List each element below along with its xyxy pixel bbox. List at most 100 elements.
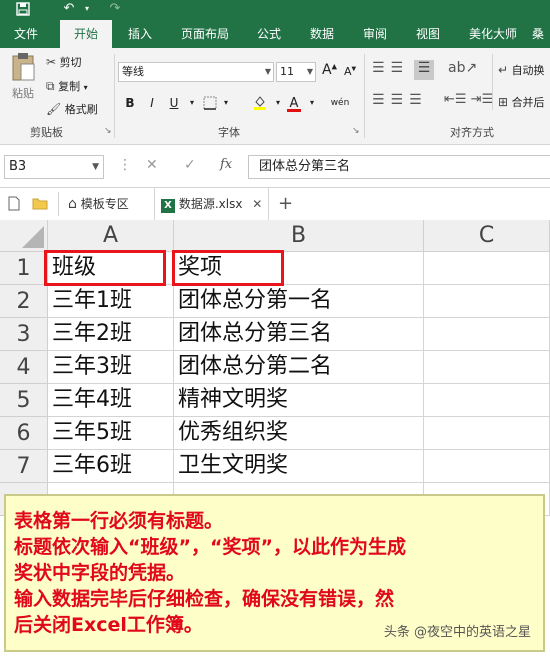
underline-button[interactable]: U <box>164 94 184 112</box>
cell-b6[interactable]: 优秀组织奖 <box>174 417 424 450</box>
cell-b5[interactable]: 精神文明奖 <box>174 384 424 417</box>
quick-access-toolbar: ↶ ▾ ↷ <box>0 0 550 20</box>
file-tab-label: 数据源.xlsx <box>178 197 243 211</box>
italic-button[interactable]: I <box>142 94 162 112</box>
shrink-font-label: A <box>344 65 352 78</box>
wrap-text-icon: ↵ <box>498 63 509 77</box>
scissors-icon: ✂ <box>46 55 57 69</box>
name-box[interactable]: B3 ▼ <box>4 155 104 179</box>
undo-dropdown-icon[interactable]: ▾ <box>82 0 92 20</box>
note-line: 输入数据完毕后仔细检查，确保没有错误，然 <box>14 588 395 610</box>
cell-c1[interactable] <box>424 252 550 285</box>
cell-c7[interactable] <box>424 450 550 483</box>
template-tab[interactable]: ⌂ 模板专区 <box>68 192 129 216</box>
row-header[interactable]: 3 <box>0 318 48 351</box>
merge-center-button[interactable]: ⊞ 合并后 <box>498 94 545 110</box>
wrap-text-button[interactable]: ↵ 自动换 <box>498 62 545 78</box>
cell-a2[interactable]: 三年1班 <box>48 285 174 318</box>
tab-page-layout[interactable]: 页面布局 <box>170 20 240 48</box>
note-line: 后关闭Excel工作簿。 <box>14 614 203 636</box>
select-all-corner[interactable] <box>0 220 48 252</box>
underline-dropdown-icon[interactable]: ▾ <box>182 94 202 112</box>
tab-formulas[interactable]: 公式 <box>244 20 294 48</box>
cell-b2[interactable]: 团体总分第一名 <box>174 285 424 318</box>
redo-icon[interactable]: ↷ <box>104 0 126 20</box>
file-tab-active[interactable]: X 数据源.xlsx ✕ <box>154 188 270 220</box>
cell-a4[interactable]: 三年3班 <box>48 351 174 384</box>
add-tab-icon[interactable]: + <box>278 192 293 216</box>
tab-more[interactable]: 桑 <box>532 20 550 48</box>
cell-c5[interactable] <box>424 384 550 417</box>
ribbon-separator <box>114 54 115 138</box>
cell-a6[interactable]: 三年5班 <box>48 417 174 450</box>
ribbon-separator <box>492 54 493 110</box>
save-icon[interactable] <box>12 0 34 20</box>
row-header[interactable]: 4 <box>0 351 48 384</box>
template-tab-label: 模板专区 <box>80 197 129 211</box>
format-painter-button[interactable]: 🖌 格式刷 <box>46 101 98 117</box>
cell-b3[interactable]: 团体总分第三名 <box>174 318 424 351</box>
confirm-icon[interactable]: ✓ <box>184 157 196 173</box>
copy-button[interactable]: ⧉ 复制 ▾ <box>46 78 88 94</box>
grow-font-button[interactable]: A▲ <box>322 62 337 78</box>
tab-beautify[interactable]: 美化大师 <box>458 20 528 48</box>
font-size-select[interactable]: 11 ▼ <box>276 62 316 82</box>
indent-icons[interactable]: ⇤☰ ⇥☰ <box>444 92 493 107</box>
tab-file[interactable]: 文件 <box>0 20 52 48</box>
font-family-select[interactable]: 等线 ▼ <box>118 62 274 82</box>
fill-color-icon[interactable] <box>250 94 270 112</box>
font-color-icon[interactable]: A <box>284 94 304 112</box>
font-launcher-icon[interactable]: ↘ <box>352 126 360 136</box>
merge-icon: ⊞ <box>498 95 509 109</box>
bottom-align-icon[interactable]: ☰ <box>414 60 434 80</box>
orientation-icon[interactable]: ab↗ <box>448 60 477 76</box>
cut-label: 剪切 <box>59 56 82 69</box>
paste-button[interactable]: 粘贴 <box>6 52 40 112</box>
tab-review[interactable]: 审阅 <box>350 20 400 48</box>
font-color-dropdown-icon[interactable]: ▾ <box>302 94 322 112</box>
alignment-group-label: 对齐方式 <box>450 126 494 139</box>
highlight-box-b1 <box>172 250 284 286</box>
row-header[interactable]: 7 <box>0 450 48 483</box>
phonetic-button[interactable]: wén <box>326 94 354 112</box>
home-icon: ⌂ <box>68 196 77 212</box>
cell-c2[interactable] <box>424 285 550 318</box>
cell-b7[interactable]: 卫生文明奖 <box>174 450 424 483</box>
undo-icon[interactable]: ↶ <box>58 0 80 20</box>
cell-a3[interactable]: 三年2班 <box>48 318 174 351</box>
formula-input[interactable]: 团体总分第三名 <box>248 155 550 179</box>
tab-home[interactable]: 开始 <box>60 20 112 48</box>
shrink-font-button[interactable]: A▼ <box>344 65 356 78</box>
column-header-b[interactable]: B <box>174 220 424 252</box>
cancel-icon[interactable]: ✕ <box>146 157 158 173</box>
horizontal-align-icons[interactable]: ☰☰☰ <box>372 92 428 108</box>
font-size-value: 11 <box>280 65 294 78</box>
cell-c4[interactable] <box>424 351 550 384</box>
cell-a5[interactable]: 三年4班 <box>48 384 174 417</box>
row-header[interactable]: 6 <box>0 417 48 450</box>
border-dropdown-icon[interactable]: ▾ <box>216 94 236 112</box>
paste-label: 粘贴 <box>12 87 34 100</box>
row-header[interactable]: 5 <box>0 384 48 417</box>
tab-view[interactable]: 视图 <box>402 20 454 48</box>
row-header[interactable]: 1 <box>0 252 48 285</box>
insert-function-icon[interactable]: fx <box>220 157 232 172</box>
cell-c6[interactable] <box>424 417 550 450</box>
clipboard-launcher-icon[interactable]: ↘ <box>104 126 112 136</box>
bold-button[interactable]: B <box>120 94 140 112</box>
vertical-align-icons[interactable]: ☰☰ <box>372 60 409 76</box>
column-header-a[interactable]: A <box>48 220 174 252</box>
cell-a7[interactable]: 三年6班 <box>48 450 174 483</box>
close-icon[interactable]: ✕ <box>252 197 262 211</box>
ribbon-separator <box>364 54 365 138</box>
folder-icon[interactable] <box>32 192 48 216</box>
cell-b4[interactable]: 团体总分第二名 <box>174 351 424 384</box>
new-file-icon[interactable] <box>8 192 20 216</box>
column-header-c[interactable]: C <box>424 220 550 252</box>
row-header[interactable]: 2 <box>0 285 48 318</box>
watermark: 头条 @夜空中的英语之星 <box>383 625 531 640</box>
tab-insert[interactable]: 插入 <box>114 20 166 48</box>
cut-button[interactable]: ✂ 剪切 <box>46 54 82 70</box>
cell-c3[interactable] <box>424 318 550 351</box>
tab-data[interactable]: 数据 <box>296 20 348 48</box>
